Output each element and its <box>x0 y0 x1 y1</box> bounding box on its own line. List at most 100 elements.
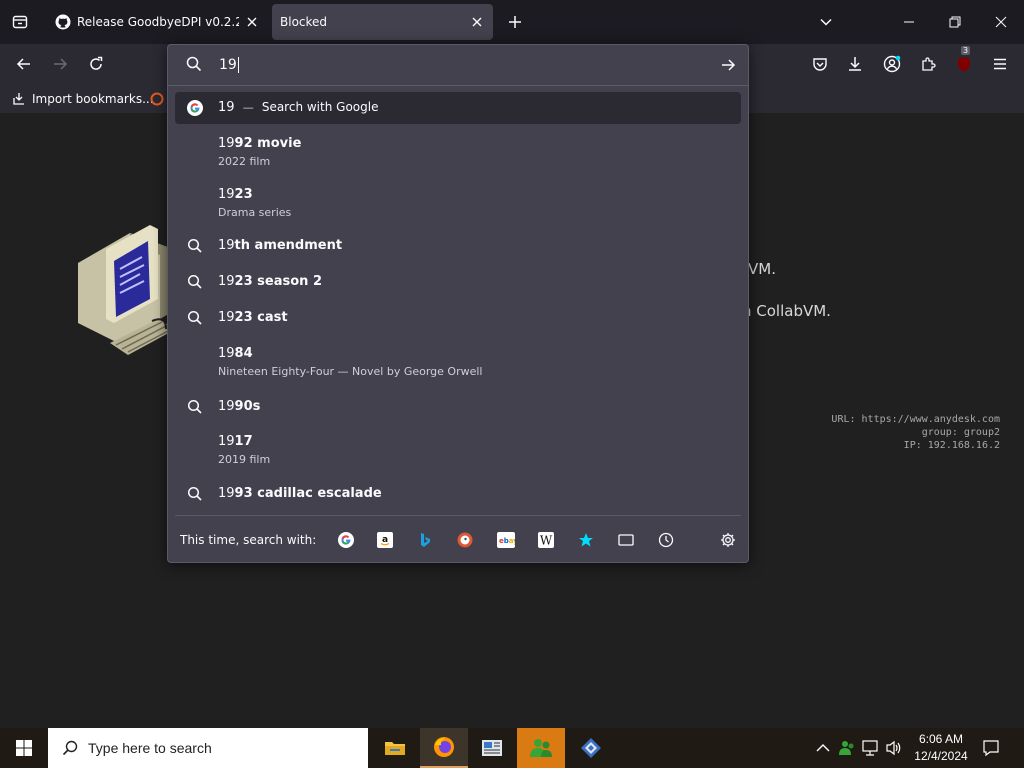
bookmarks-icon <box>579 533 593 547</box>
close-icon[interactable] <box>245 15 259 29</box>
pocket-button[interactable] <box>808 52 832 76</box>
heuristic-title: 19 — Search with Google <box>218 100 378 115</box>
import-bookmarks-label: Import bookmarks... <box>32 92 154 106</box>
ublock-icon <box>958 57 970 72</box>
suggestion-row[interactable]: 1993 cadillac escalade <box>175 482 741 506</box>
engine-amazon-button[interactable]: a <box>376 531 394 549</box>
clock[interactable]: 6:06 AM 12/4/2024 <box>908 731 974 765</box>
firefox-view-button[interactable] <box>8 10 32 34</box>
suggestion-row[interactable]: 1984 Nineteen Eighty-Four — Novel by Geo… <box>175 343 741 381</box>
notification-icon[interactable] <box>982 739 1000 757</box>
taskbar-app-network[interactable] <box>567 728 615 768</box>
folder-icon <box>385 742 405 755</box>
clock-date: 12/4/2024 <box>914 749 968 763</box>
urlbar-input[interactable]: 19 <box>219 55 699 75</box>
firefox-view-icon <box>12 15 28 29</box>
suggestion-description: Drama series <box>218 206 292 219</box>
arrow-left-icon <box>16 58 30 70</box>
extensions-badge: 3 <box>961 46 971 55</box>
heuristic-result-row[interactable]: 19 — Search with Google <box>175 92 741 124</box>
search-icon <box>187 399 202 414</box>
search-settings-button[interactable] <box>719 531 737 549</box>
gear-icon <box>721 533 735 547</box>
divider <box>168 85 748 86</box>
windows-taskbar: Type here to search 6:06 AM 12/4/2024 <box>0 728 1024 768</box>
history-icon <box>658 532 674 548</box>
engine-wikipedia-button[interactable]: W <box>537 531 555 549</box>
reload-button[interactable] <box>84 52 108 76</box>
forward-button[interactable] <box>48 52 72 76</box>
ublock-button[interactable]: 3 <box>952 46 976 76</box>
suggestion-completion: 23 cast <box>234 310 288 325</box>
engine-duckduckgo-button[interactable] <box>456 531 474 549</box>
suggestion-completion: 90s <box>234 399 261 414</box>
taskbar-app-news[interactable] <box>468 728 516 768</box>
suggestion-row[interactable]: 1923 Drama series <box>175 184 741 222</box>
restore-button[interactable] <box>932 0 978 44</box>
tab-label: Blocked <box>280 15 328 29</box>
search-icon <box>187 274 202 289</box>
go-arrow-icon[interactable] <box>720 57 736 73</box>
engine-bing-button[interactable] <box>416 531 434 549</box>
engine-google-button[interactable] <box>337 531 355 549</box>
list-all-tabs-button[interactable] <box>814 10 838 34</box>
wikipedia-icon: W <box>538 532 554 548</box>
search-bookmarks-button[interactable] <box>577 531 595 549</box>
extensions-button[interactable] <box>916 52 940 76</box>
suggestion-row[interactable]: 1990s <box>175 395 741 419</box>
suggestion-description: 2019 film <box>218 453 271 466</box>
heuristic-action: Search with Google <box>261 100 379 114</box>
search-icon <box>186 56 202 72</box>
suggestion-completion: 84 <box>234 346 253 361</box>
suggestion-completion: 23 <box>234 187 253 202</box>
search-tabs-button[interactable] <box>617 531 635 549</box>
minimize-button[interactable] <box>886 0 932 44</box>
tab-blocked[interactable]: Blocked <box>272 4 493 40</box>
engine-ebay-button[interactable]: ebay <box>497 531 515 549</box>
account-button[interactable] <box>880 52 904 76</box>
start-button[interactable] <box>0 728 48 768</box>
suggestion-completion: th amendment <box>234 238 343 253</box>
duckduckgo-icon <box>457 532 473 548</box>
suggestion-row[interactable]: 1923 cast <box>175 306 741 330</box>
windows-logo-icon <box>16 740 32 756</box>
back-button[interactable] <box>12 52 36 76</box>
computer-illustration <box>78 225 176 355</box>
new-tab-button[interactable] <box>503 10 527 34</box>
pocket-icon <box>813 58 827 71</box>
chevron-up-icon[interactable] <box>816 742 830 754</box>
chevron-down-icon <box>820 18 832 26</box>
close-icon <box>995 16 1007 28</box>
taskbar-search-box[interactable]: Type here to search <box>48 728 368 768</box>
people-tray-icon[interactable] <box>838 740 856 756</box>
search-history-button[interactable] <box>657 531 675 549</box>
tab-goodbyedpi[interactable]: Release GoodbyeDPI v0.2.2 · Val <box>45 4 267 40</box>
taskbar-firefox[interactable] <box>420 728 468 768</box>
window-close-button[interactable] <box>978 0 1024 44</box>
users-icon <box>530 739 552 757</box>
github-icon <box>55 14 71 30</box>
app-menu-button[interactable] <box>988 52 1012 76</box>
taskbar-app-users[interactable] <box>517 728 565 768</box>
bookmark-favicon-icon[interactable] <box>150 92 164 106</box>
page-text-fragment: VM. <box>748 260 776 278</box>
volume-icon[interactable] <box>885 740 903 756</box>
heuristic-typed: 19 <box>218 100 235 115</box>
suggestion-row[interactable]: 1917 2019 film <box>175 431 741 469</box>
suggestion-row[interactable]: 1923 season 2 <box>175 270 741 294</box>
suggestion-prefix: 19 <box>218 187 235 202</box>
downloads-button[interactable] <box>843 52 867 76</box>
newspaper-icon <box>482 740 502 756</box>
taskbar-file-explorer[interactable] <box>371 728 419 768</box>
suggestion-row[interactable]: 19th amendment <box>175 234 741 258</box>
network-icon[interactable] <box>862 740 880 756</box>
network-app-icon <box>581 738 601 758</box>
suggestion-prefix: 19 <box>218 399 235 414</box>
google-icon <box>338 532 354 548</box>
close-icon[interactable] <box>470 15 484 29</box>
restore-icon <box>949 16 961 28</box>
suggestion-completion: 17 <box>234 434 253 449</box>
suggestion-row[interactable]: 1992 movie 2022 film <box>175 133 741 171</box>
svg-text:W: W <box>540 534 553 548</box>
import-bookmarks-button[interactable]: Import bookmarks... <box>12 91 154 107</box>
